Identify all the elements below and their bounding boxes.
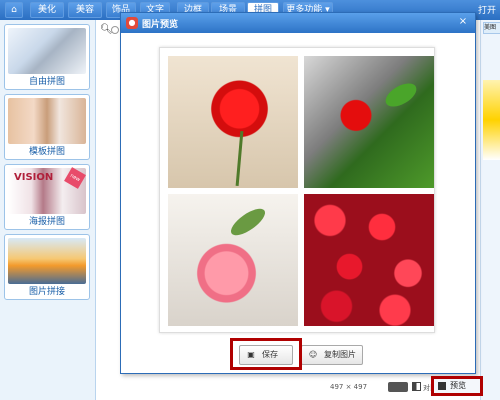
right-panel: 美图 [480,20,500,400]
sidebar-item-template-collage[interactable]: 模板拼图 [4,94,90,160]
right-panel-tab[interactable]: 美图 [483,22,500,34]
copy-label: 复制图片 [324,350,356,359]
home-icon: ⌂ [11,5,17,15]
image-stitch-thumbnail [8,238,86,284]
rose-leaf [227,203,269,241]
open-button[interactable]: 打开 [478,3,496,16]
zoom-ratio-pill[interactable] [388,382,408,392]
preview-label: 预览 [450,381,466,390]
preview-icon [438,382,446,390]
photo-pink-rose [168,194,298,326]
copy-image-button[interactable]: ☺ 复制图片 [301,345,363,365]
preview-button[interactable]: 预览 [431,376,483,396]
app-logo-icon: ● [126,17,138,29]
sidebar-item-free-collage[interactable]: 自由拼图 [4,24,90,90]
image-preview-dialog: ● 图片预览 × ▣ 保存 ☺ 复制图片 [120,12,476,374]
template-collage-thumbnail [8,98,86,144]
tab-home[interactable]: ⌂ [5,2,23,18]
tab-beauty[interactable]: 美容 [68,2,102,18]
thumbnail-text: VISION [14,172,54,183]
poster-collage-thumbnail: VISION new [8,167,86,214]
sidebar-item-image-stitch[interactable]: 图片拼接 [4,234,90,300]
sidebar-item-label: 自由拼图 [28,77,65,87]
sidebar-item-label: 海报拼图 [28,217,65,227]
zoom-slider-handle[interactable] [111,26,119,34]
tab-beautify[interactable]: 美化 [30,2,64,18]
free-collage-thumbnail [8,28,86,74]
compare-icon[interactable] [412,382,421,391]
copy-icon: ☺ [308,350,318,359]
photo-rose-bouquet [304,194,434,326]
image-size: 497 × 497 [330,383,368,391]
save-highlight-box [230,338,302,370]
sidebar-item-poster-collage[interactable]: VISION new 海报拼图 [4,164,90,230]
sidebar-item-label: 模板拼图 [28,147,65,157]
sidebar-item-label: 图片拼接 [28,287,65,297]
photo-red-rose [168,56,298,188]
sidebar: 自由拼图 模板拼图 VISION new 海报拼图 图片拼接 [0,20,96,400]
close-icon[interactable]: × [456,15,470,29]
collage-preview [159,47,435,333]
rose-stem [235,130,244,187]
new-badge: new [64,167,86,189]
promo-banner [483,80,500,160]
photo-rose-rain [304,56,434,188]
dialog-title: 图片预览 [142,20,179,30]
dialog-titlebar[interactable]: ● 图片预览 × [121,13,475,33]
rose-leaf [381,78,421,112]
